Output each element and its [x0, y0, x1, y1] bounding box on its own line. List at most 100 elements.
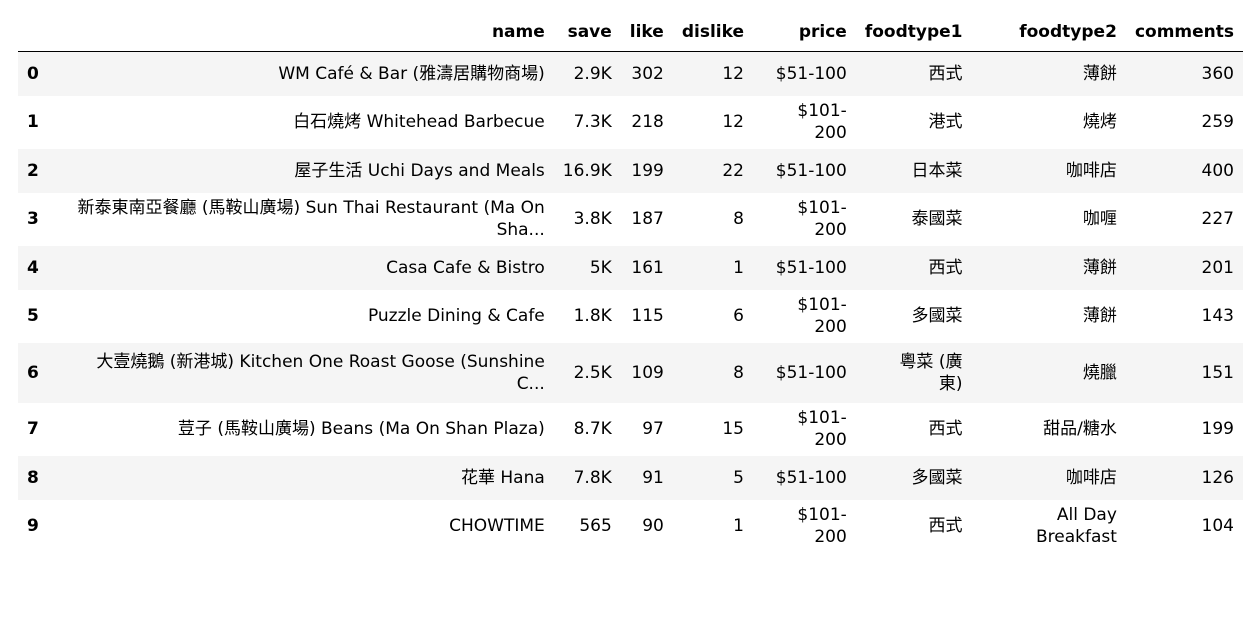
cell-dislike: 22	[722, 160, 744, 181]
cell-price: $101-200	[753, 96, 856, 149]
cell-like: 218	[631, 112, 664, 132]
cell-name: 屋子生活 Uchi Days and Meals	[57, 149, 554, 193]
dataframe-table: name save like dislike price foodtype1 f…	[18, 14, 1243, 553]
cell-comments: 126	[1201, 467, 1234, 488]
row-index: 5	[27, 306, 39, 326]
cell-price: $51-100	[753, 52, 856, 96]
cell-foodtype1: 多國菜	[856, 456, 972, 500]
cell-name-text: WM Café & Bar (雅濤居購物商場)	[278, 63, 545, 84]
column-header-price: price	[752, 14, 856, 52]
cell-name-text: Puzzle Dining & Cafe	[367, 306, 545, 326]
cell-name-text: 荳子 (馬鞍山廣場) Beans (Ma On Shan Plaza)	[177, 419, 545, 439]
cell-foodtype2: 薄餅	[971, 246, 1125, 290]
cell-foodtype2-text: 咖喱	[1082, 209, 1117, 229]
cell-dislike: 6	[733, 306, 744, 326]
cell-foodtype2: 燒烤	[971, 96, 1125, 149]
table-header: name save like dislike price foodtype1 f…	[18, 14, 1243, 52]
cell-foodtype2: 咖啡店	[971, 456, 1125, 500]
cell-price-text: $51-100	[775, 362, 847, 383]
table-row: 5 Puzzle Dining & Cafe 1.8K 115 6 $101-2…	[18, 290, 1243, 343]
cell-foodtype2-text: 燒烤	[1082, 112, 1117, 132]
cell-price: $51-100	[753, 149, 856, 193]
cell-price: $51-100	[753, 246, 856, 290]
table-row: 4 Casa Cafe & Bistro 5K 161 1 $51-100 西式…	[18, 245, 1243, 290]
cell-like: 161	[631, 257, 664, 278]
cell-comments: 151	[1201, 362, 1234, 383]
cell-save: 565	[579, 516, 612, 536]
cell-dislike: 8	[733, 209, 744, 229]
cell-price-text: $51-100	[775, 160, 847, 181]
row-index: 2	[27, 160, 39, 181]
table-row: 6 大壹燒鵝 (新港城) Kitchen One Roast Goose (Su…	[18, 342, 1243, 403]
cell-foodtype2-text: 甜品/糖水	[1043, 419, 1117, 439]
cell-foodtype1: 粵菜 (廣東)	[856, 343, 972, 403]
cell-name-text: 屋子生活 Uchi Days and Meals	[294, 160, 545, 181]
cell-foodtype1-text: 多國菜	[911, 467, 963, 488]
cell-name: 花華 Hana	[57, 456, 554, 500]
cell-like: 302	[631, 63, 664, 84]
cell-foodtype2-text: 薄餅	[1082, 63, 1117, 84]
cell-foodtype2: 薄餅	[971, 290, 1125, 343]
cell-foodtype1: 西式	[856, 403, 972, 456]
cell-price-text: $101-200	[797, 101, 847, 143]
cell-comments: 360	[1201, 63, 1234, 84]
cell-foodtype1-text: 西式	[928, 419, 963, 439]
cell-foodtype2: All Day Breakfast	[971, 500, 1125, 553]
cell-name: Puzzle Dining & Cafe	[57, 290, 554, 343]
cell-price-text: $101-200	[797, 408, 847, 450]
table-row: 8 花華 Hana 7.8K 91 5 $51-100 多國菜 咖啡店 126	[18, 455, 1243, 500]
cell-foodtype2-text: 咖啡店	[1065, 467, 1117, 488]
cell-save: 7.3K	[573, 112, 612, 132]
table-row: 1 白石燒烤 Whitehead Barbecue 7.3K 218 12 $1…	[18, 96, 1243, 149]
cell-foodtype2-text: 咖啡店	[1065, 160, 1117, 181]
header-row: name save like dislike price foodtype1 f…	[18, 14, 1243, 52]
cell-name: 荳子 (馬鞍山廣場) Beans (Ma On Shan Plaza)	[57, 403, 554, 456]
cell-like: 115	[631, 306, 664, 326]
row-index: 9	[27, 516, 39, 536]
cell-save: 3.8K	[573, 209, 612, 229]
cell-price-text: $51-100	[775, 257, 847, 278]
row-index: 6	[27, 362, 39, 383]
cell-foodtype1: 泰國菜	[856, 193, 972, 246]
dataframe-output: name save like dislike price foodtype1 f…	[18, 14, 1243, 553]
column-header-foodtype2: foodtype2	[971, 14, 1126, 52]
cell-comments: 400	[1201, 160, 1234, 181]
cell-foodtype2-text: All Day Breakfast	[1035, 505, 1117, 547]
cell-price-text: $101-200	[797, 295, 847, 337]
cell-foodtype1: 港式	[856, 96, 972, 149]
row-index: 7	[27, 419, 39, 439]
cell-price-text: $51-100	[775, 63, 847, 84]
cell-foodtype1-text: 西式	[928, 516, 963, 536]
cell-comments: 227	[1201, 209, 1234, 229]
cell-name: WM Café & Bar (雅濤居購物商場)	[57, 52, 554, 96]
cell-foodtype1-text: 西式	[928, 63, 963, 84]
cell-save: 7.8K	[573, 467, 612, 488]
cell-save: 8.7K	[573, 419, 612, 439]
cell-name: 大壹燒鵝 (新港城) Kitchen One Roast Goose (Suns…	[57, 343, 554, 403]
table-row: 7 荳子 (馬鞍山廣場) Beans (Ma On Shan Plaza) 8.…	[18, 403, 1243, 456]
cell-comments: 104	[1201, 516, 1234, 536]
column-header-name: name	[56, 14, 554, 52]
column-header-dislike: dislike	[672, 14, 753, 52]
cell-dislike: 15	[722, 419, 744, 439]
cell-comments: 201	[1201, 257, 1234, 278]
cell-price: $101-200	[753, 193, 856, 246]
cell-like: 199	[631, 160, 664, 181]
cell-foodtype1-text: 港式	[928, 112, 963, 132]
cell-price: $51-100	[753, 343, 856, 403]
cell-foodtype1-text: 日本菜	[911, 160, 963, 181]
cell-foodtype2: 薄餅	[971, 52, 1125, 96]
table-row: 3 新泰東南亞餐廳 (馬鞍山廣場) Sun Thai Restaurant (M…	[18, 193, 1243, 246]
cell-dislike: 1	[733, 257, 744, 278]
cell-like: 97	[642, 419, 664, 439]
row-index: 8	[27, 467, 39, 488]
cell-name: 白石燒烤 Whitehead Barbecue	[57, 96, 554, 149]
column-header-comments: comments	[1125, 14, 1243, 52]
row-index: 0	[27, 63, 39, 84]
cell-comments: 199	[1201, 419, 1234, 439]
table-row: 2 屋子生活 Uchi Days and Meals 16.9K 199 22 …	[18, 148, 1243, 193]
cell-foodtype1: 多國菜	[856, 290, 972, 343]
cell-foodtype2-text: 薄餅	[1082, 257, 1117, 278]
index-header	[18, 14, 57, 52]
cell-foodtype2-text: 薄餅	[1082, 306, 1117, 326]
